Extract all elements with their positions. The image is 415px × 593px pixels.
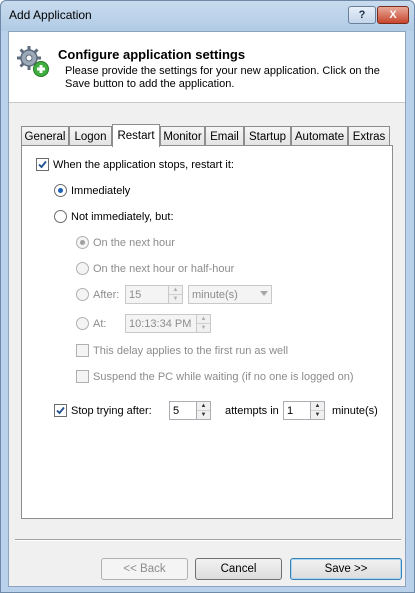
add-application-window: Add Application ? X Configure applicatio… (0, 0, 415, 593)
help-button[interactable]: ? (348, 6, 376, 24)
immediately-radio[interactable] (54, 184, 67, 197)
tab-automate[interactable]: Automate (291, 126, 348, 146)
dialog-header: Configure application settings Please pr… (9, 32, 405, 103)
stop-trying-checkbox[interactable] (54, 404, 67, 417)
at-time-spinner[interactable]: ▲ ▼ (196, 314, 211, 333)
next-half-hour-label: On the next hour or half-hour (93, 262, 235, 275)
after-value-field[interactable]: 15 (125, 285, 169, 304)
attempts-in-label: attempts in (225, 405, 279, 417)
after-unit-value: minute(s) (192, 288, 238, 301)
minutes-spinner[interactable]: ▲ ▼ (310, 401, 325, 420)
not-immediately-radio[interactable] (54, 210, 67, 223)
first-run-checkbox-row[interactable]: This delay applies to the first run as w… (76, 344, 288, 357)
tab-startup[interactable]: Startup (244, 126, 291, 146)
restart-tab-panel: When the application stops, restart it: … (21, 145, 393, 519)
at-label: At: (93, 317, 107, 330)
close-button[interactable]: X (377, 6, 409, 24)
suspend-checkbox-row[interactable]: Suspend the PC while waiting (if no one … (76, 370, 354, 383)
stop-trying-checkbox-row[interactable]: Stop trying after: (54, 404, 152, 417)
attempts-spinner[interactable]: ▲ ▼ (196, 401, 211, 420)
gear-plus-icon (17, 46, 49, 77)
not-immediately-radio-row[interactable]: Not immediately, but: (54, 210, 174, 223)
footer-separator (15, 539, 401, 541)
next-hour-radio-row[interactable]: On the next hour (76, 236, 175, 249)
after-value-spinner[interactable]: ▲ ▼ (168, 285, 183, 304)
restart-checkbox[interactable] (36, 158, 49, 171)
checkmark-icon (38, 160, 47, 169)
tab-extras[interactable]: Extras (348, 126, 390, 146)
immediately-label: Immediately (71, 184, 131, 197)
cancel-button[interactable]: Cancel (195, 558, 282, 580)
after-unit-dropdown[interactable]: minute(s) (188, 285, 272, 304)
chevron-down-icon (260, 291, 268, 296)
stop-trying-label: Stop trying after: (71, 404, 152, 417)
window-title: Add Application (9, 8, 92, 22)
tab-restart[interactable]: Restart (112, 124, 160, 147)
at-time-field[interactable]: 10:13:34 PM (125, 314, 197, 333)
restart-checkbox-row[interactable]: When the application stops, restart it: (36, 158, 234, 171)
first-run-checkbox[interactable] (76, 344, 89, 357)
back-button[interactable]: << Back (101, 558, 188, 580)
next-half-hour-radio-row[interactable]: On the next hour or half-hour (76, 262, 234, 275)
header-title: Configure application settings (58, 47, 246, 62)
checkmark-icon (56, 406, 65, 415)
after-label: After: (93, 288, 120, 301)
tab-email[interactable]: Email (205, 126, 244, 146)
immediately-radio-row[interactable]: Immediately (54, 184, 130, 197)
next-half-hour-radio[interactable] (76, 262, 89, 275)
tab-general[interactable]: General (21, 126, 69, 146)
at-radio[interactable] (76, 317, 89, 330)
header-subtitle: Please provide the settings for your new… (65, 65, 380, 90)
attempts-field[interactable]: 5 (169, 401, 197, 420)
minutes-field[interactable]: 1 (283, 401, 311, 420)
tab-monitor[interactable]: Monitor (160, 126, 205, 146)
after-radio[interactable] (76, 288, 89, 301)
first-run-label: This delay applies to the first run as w… (93, 344, 289, 357)
next-hour-radio[interactable] (76, 236, 89, 249)
title-bar[interactable]: Add Application ? X (1, 1, 414, 31)
save-button[interactable]: Save >> (290, 558, 402, 580)
restart-checkbox-label: When the application stops, restart it: (53, 158, 234, 171)
after-radio-row[interactable]: After: (76, 288, 119, 301)
next-hour-label: On the next hour (93, 236, 175, 249)
not-immediately-label: Not immediately, but: (71, 210, 174, 223)
minutes-label: minute(s) (332, 405, 378, 417)
at-radio-row[interactable]: At: (76, 317, 106, 330)
suspend-label: Suspend the PC while waiting (if no one … (93, 370, 354, 383)
tab-strip: General Logon Restart Monitor Email Star… (21, 124, 393, 147)
suspend-checkbox[interactable] (76, 370, 89, 383)
tab-logon[interactable]: Logon (69, 126, 112, 146)
